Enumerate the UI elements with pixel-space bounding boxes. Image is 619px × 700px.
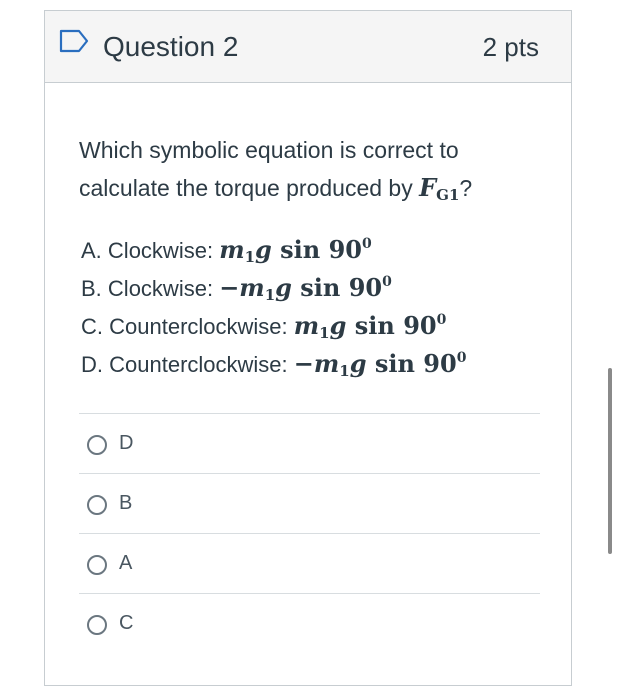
answer-label[interactable]: C <box>119 611 133 635</box>
choice-equation-c: m1g sin 900 <box>293 311 447 342</box>
choice-line-c: C. Counterclockwise: m1g sin 900 <box>81 311 447 342</box>
page-scrollbar[interactable] <box>608 368 612 554</box>
prompt-force-symbol: FG1 <box>419 173 460 204</box>
answer-option-c[interactable]: C <box>79 593 540 653</box>
answer-label[interactable]: A <box>119 551 132 575</box>
answer-options: D B A C <box>79 413 540 653</box>
radio-unselected-icon[interactable] <box>87 615 107 635</box>
prompt-text: Which symbolic equation is correct to ca… <box>79 137 459 201</box>
question-header: Question 2 2 pts <box>45 11 571 83</box>
question-card: Question 2 2 pts Which symbolic equation… <box>44 10 572 686</box>
answer-option-b[interactable]: B <box>79 473 540 533</box>
radio-unselected-icon[interactable] <box>87 435 107 455</box>
choice-line-b: B. Clockwise: −m1g sin 900 <box>81 273 392 304</box>
question-points: 2 pts <box>482 32 539 62</box>
answer-label[interactable]: D <box>119 431 133 455</box>
answer-option-a[interactable]: A <box>79 533 540 593</box>
choice-line-a: A. Clockwise: m1g sin 900 <box>81 235 372 266</box>
answer-label[interactable]: B <box>119 491 132 515</box>
prompt-end: ? <box>459 175 473 201</box>
choice-equation-d: −m1g sin 900 <box>293 349 467 380</box>
choice-list: A. Clockwise: m1g sin 900 B. Clockwise: … <box>81 231 551 383</box>
radio-unselected-icon[interactable] <box>87 495 107 515</box>
answer-option-d[interactable]: D <box>79 413 540 473</box>
choice-line-d: D. Counterclockwise: −m1g sin 900 <box>81 349 467 380</box>
choice-equation-b: −m1g sin 900 <box>219 273 392 304</box>
choice-equation-a: m1g sin 900 <box>219 235 372 266</box>
flag-question-icon[interactable] <box>59 29 89 53</box>
question-prompt: Which symbolic equation is correct to ca… <box>79 131 549 207</box>
radio-unselected-icon[interactable] <box>87 555 107 575</box>
question-title: Question 2 <box>103 31 239 62</box>
